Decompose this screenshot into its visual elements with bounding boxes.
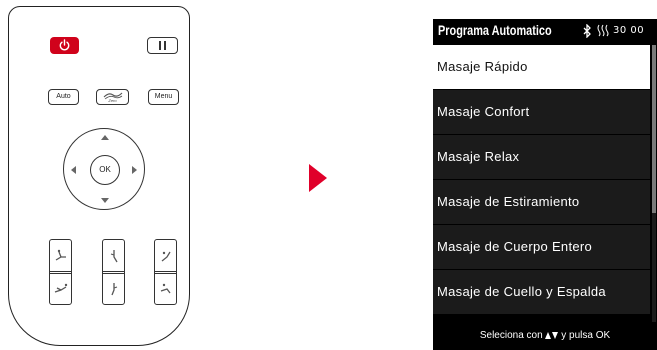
- right-arrow-button[interactable]: [132, 166, 137, 174]
- legrest-up-button[interactable]: [103, 240, 124, 271]
- backrest-control: [49, 239, 72, 305]
- menu-item-masaje-rapido[interactable]: Masaje Rápido: [433, 45, 650, 89]
- power-button[interactable]: [50, 37, 79, 54]
- footer-suffix: y pulsa OK: [561, 330, 611, 341]
- menu-item-masaje-cuello-espalda[interactable]: Masaje de Cuello y Espalda: [433, 270, 650, 314]
- foot-down-icon: [160, 283, 171, 293]
- menu-item-masaje-confort[interactable]: Masaje Confort: [433, 90, 650, 134]
- auto-button[interactable]: Auto: [48, 89, 79, 105]
- triangle-up-icon: [545, 331, 552, 339]
- arrow-right-icon: [309, 164, 327, 192]
- display-screen: Programa Automatico 30 00 Masaje Rápido …: [433, 19, 657, 350]
- timer-readout: 30 00: [613, 25, 645, 36]
- recline-up-icon: [55, 249, 66, 261]
- leg-up-icon: [110, 249, 118, 262]
- ok-button[interactable]: OK: [90, 155, 120, 185]
- zero-gravity-label: Zero: [108, 98, 117, 103]
- footrest-down-button[interactable]: [155, 273, 176, 304]
- power-icon: [59, 39, 70, 51]
- backrest-up-button[interactable]: [50, 240, 71, 271]
- triangle-down-icon: [552, 331, 559, 339]
- heat-icon: [597, 24, 609, 37]
- screen-title: Programa Automatico: [438, 22, 552, 38]
- down-arrow-button[interactable]: [101, 198, 109, 203]
- footer-prefix: Seleciona con: [479, 330, 543, 341]
- legrest-control: [102, 239, 125, 305]
- footrest-up-button[interactable]: [155, 240, 176, 271]
- foot-up-icon: [161, 251, 171, 262]
- scrollbar-thumb[interactable]: [652, 45, 656, 213]
- leg-down-icon: [110, 282, 117, 295]
- menu-button[interactable]: Menu: [148, 89, 179, 105]
- status-bar: Programa Automatico 30 00: [433, 19, 657, 45]
- program-menu: Masaje Rápido Masaje Confort Masaje Rela…: [433, 45, 650, 315]
- bluetooth-icon: [583, 24, 591, 38]
- pause-button[interactable]: [147, 37, 178, 54]
- zero-gravity-button[interactable]: Zero: [96, 89, 129, 105]
- left-arrow-button[interactable]: [71, 166, 76, 174]
- footrest-control: [154, 239, 177, 305]
- legrest-down-button[interactable]: [103, 273, 124, 304]
- menu-item-masaje-relax[interactable]: Masaje Relax: [433, 135, 650, 179]
- footer-hint: Seleciona con y pulsa OK: [433, 322, 657, 350]
- scrollbar[interactable]: [652, 45, 656, 322]
- up-arrow-button[interactable]: [101, 135, 109, 140]
- backrest-down-button[interactable]: [50, 273, 71, 304]
- menu-item-masaje-cuerpo-entero[interactable]: Masaje de Cuerpo Entero: [433, 225, 650, 269]
- menu-item-masaje-estiramiento[interactable]: Masaje de Estiramiento: [433, 180, 650, 224]
- pause-icon: [159, 41, 161, 50]
- direction-pad: OK: [63, 128, 145, 210]
- remote-control: Auto Zero Menu OK: [8, 6, 190, 346]
- recline-down-icon: [54, 283, 67, 293]
